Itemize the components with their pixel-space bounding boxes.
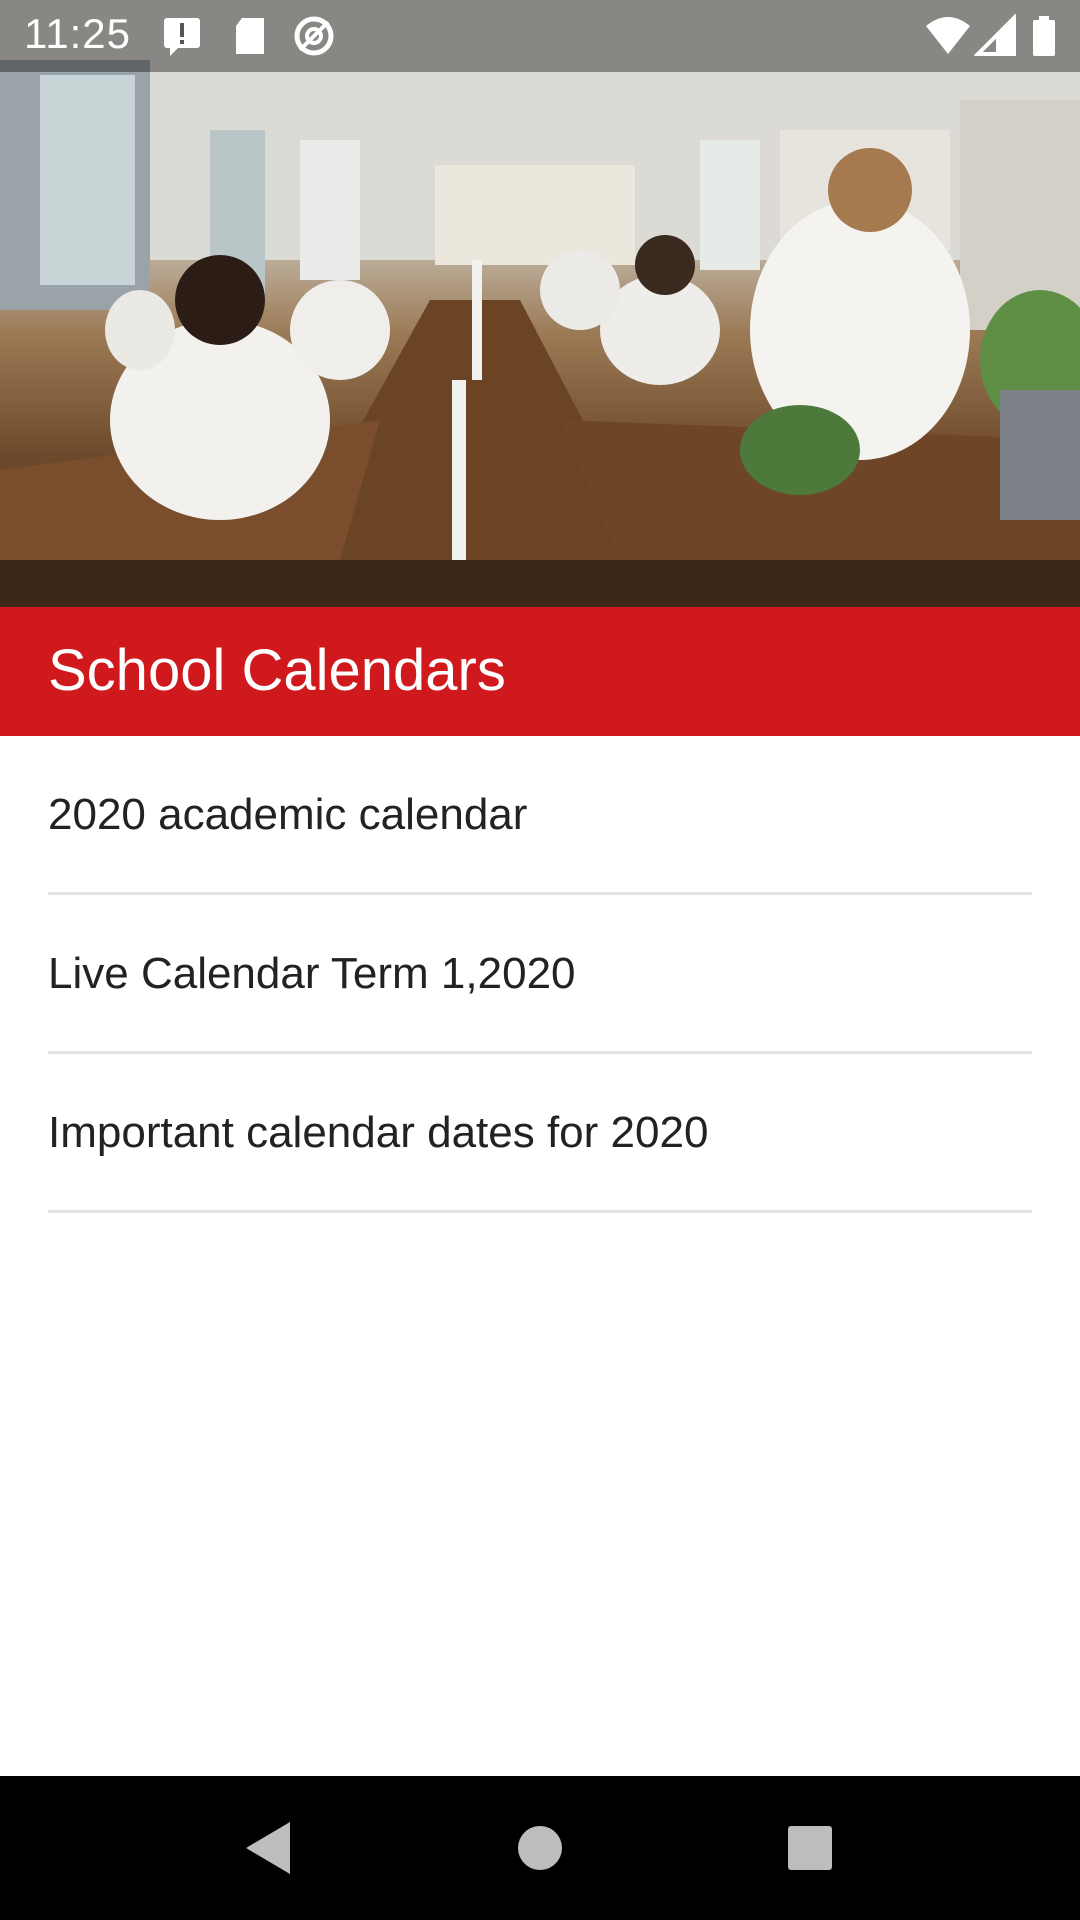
classroom-photo xyxy=(0,0,1080,607)
home-icon[interactable] xyxy=(508,1816,572,1880)
list-item-label: 2020 academic calendar xyxy=(48,790,528,839)
sd-card-icon xyxy=(228,14,272,63)
header-band: School Calendars xyxy=(0,607,1080,736)
wifi-icon xyxy=(924,14,972,63)
hero-image xyxy=(0,0,1080,607)
alert-icon xyxy=(160,14,204,63)
page-title: School Calendars xyxy=(48,638,506,703)
at-sign-icon xyxy=(292,14,336,63)
list-item-label: Important calendar dates for 2020 xyxy=(48,1108,709,1157)
list-item-label: Live Calendar Term 1,2020 xyxy=(48,949,576,998)
battery-icon xyxy=(1030,14,1058,63)
calendar-list: 2020 academic calendar Live Calendar Ter… xyxy=(0,736,1080,1213)
list-item-academic-calendar[interactable]: 2020 academic calendar xyxy=(48,736,1032,895)
status-time: 11:25 xyxy=(24,10,131,57)
back-icon[interactable] xyxy=(236,1816,300,1880)
navigation-bar xyxy=(0,1776,1080,1920)
recents-icon[interactable] xyxy=(778,1816,842,1880)
list-item-live-calendar-term-1[interactable]: Live Calendar Term 1,2020 xyxy=(48,895,1032,1054)
signal-icon xyxy=(973,13,1018,63)
list-item-important-dates[interactable]: Important calendar dates for 2020 xyxy=(48,1054,1032,1213)
status-bar: 11:25 xyxy=(0,0,1080,72)
